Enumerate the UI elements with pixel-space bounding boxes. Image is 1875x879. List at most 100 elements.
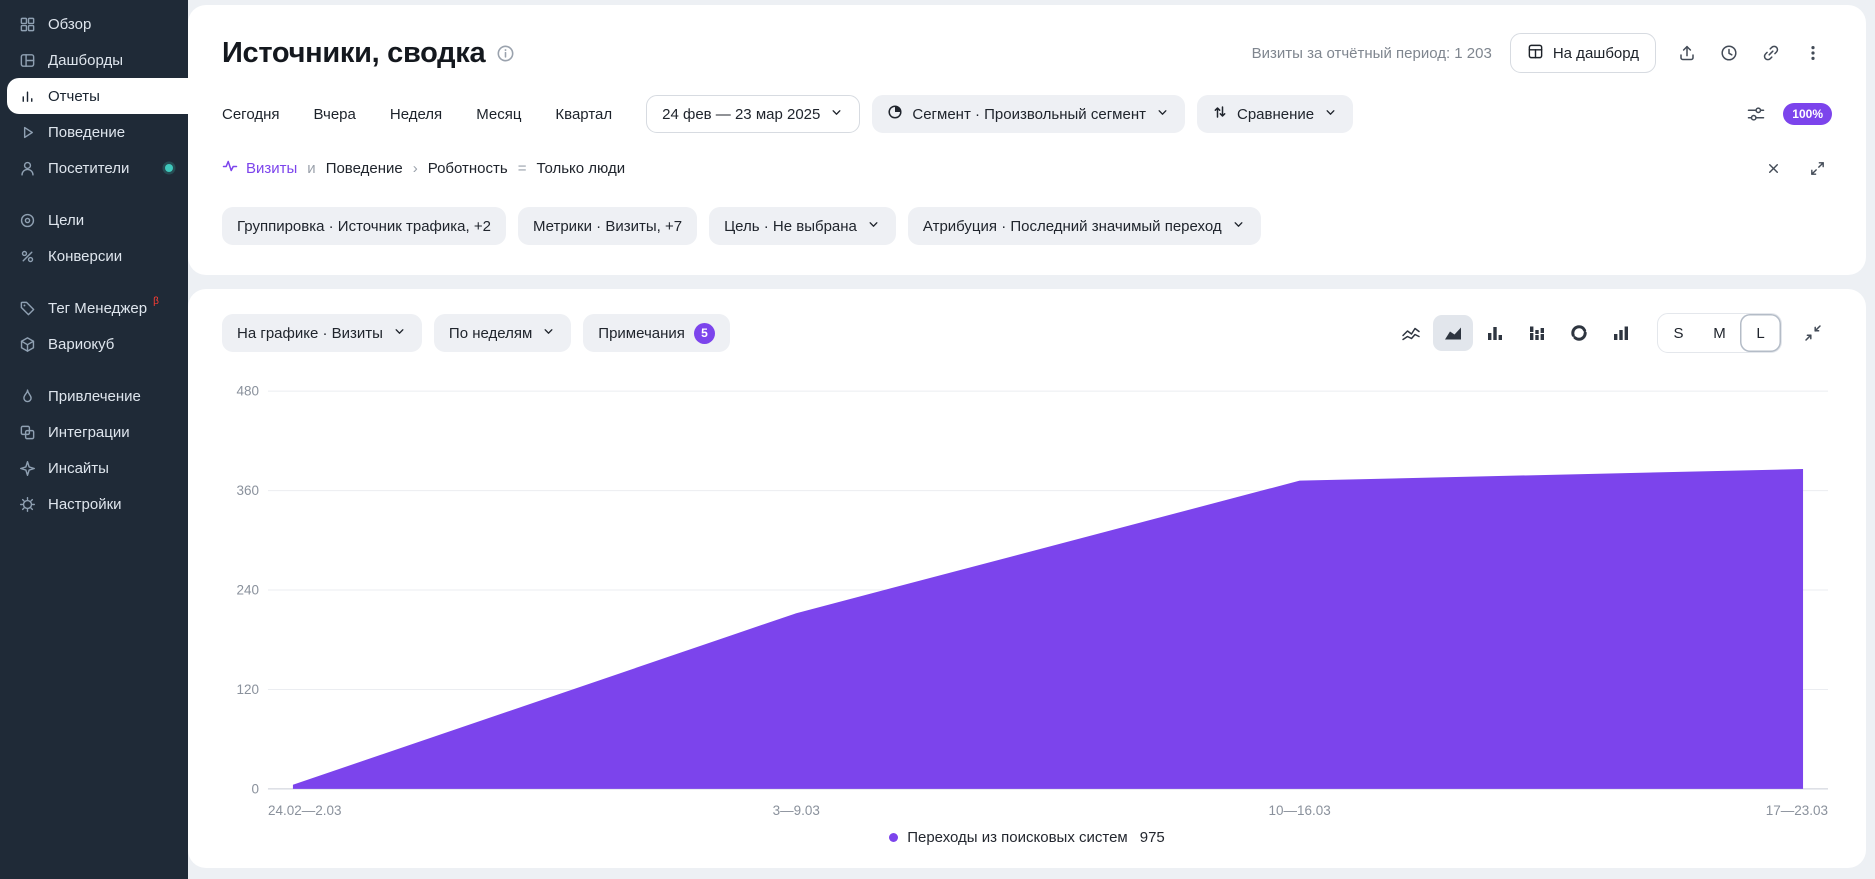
chart-size-small[interactable]: S [1658,314,1699,352]
date-range-picker[interactable]: 24 фев — 23 мар 2025 [646,95,860,133]
segment-field[interactable]: Роботность [428,160,508,177]
on-chart-label: На графике · Визиты [237,325,383,342]
chart-legend[interactable]: Переходы из поисковых систем 975 [222,829,1832,852]
visitors-notification-dot [165,164,173,172]
sidebar-item-label: Цели [48,212,84,229]
period-tab-today[interactable]: Сегодня [222,106,280,123]
line-chart-type-icon[interactable] [1391,315,1431,351]
time-grouping-label: По неделям [449,325,532,342]
area-chart-type-icon[interactable] [1433,315,1473,351]
goal-chip[interactable]: Цель · Не выбрана [709,207,896,245]
period-tab-yesterday[interactable]: Вчера [314,106,356,123]
chart-card: На графике · Визиты По неделям Примечани… [188,289,1866,868]
metrics-chip[interactable]: Метрики · Визиты, +7 [518,207,697,245]
attribution-chip-label: Атрибуция · Последний значимый переход [923,218,1222,235]
collapse-chart-icon[interactable] [1794,314,1832,352]
sidebar-item-label: Привлечение [48,388,141,405]
export-button[interactable] [1668,34,1706,72]
link-button[interactable] [1752,34,1790,72]
info-icon[interactable] [496,44,515,63]
attribution-chip[interactable]: Атрибуция · Последний значимый переход [908,207,1261,245]
report-header-card: Источники, сводка Визиты за отчётный пер… [188,5,1866,275]
sidebar-item-label: Настройки [48,496,122,513]
sidebar-item-label: Инсайты [48,460,109,477]
chevron-down-icon [541,324,556,343]
period-tab-month[interactable]: Месяц [476,106,521,123]
target-icon [19,212,36,229]
svg-text:0: 0 [251,781,258,796]
close-icon[interactable] [1758,153,1788,183]
sidebar-item-acquisition[interactable]: Привлечение [0,378,188,414]
sidebar-item-tag-manager[interactable]: Тег Менеджер β [0,290,188,326]
to-dashboard-button[interactable]: На дашборд [1510,33,1656,73]
stacked-column-chart-type-icon[interactable] [1517,315,1557,351]
chart-size-switcher: S M L [1657,313,1782,353]
chart-size-medium[interactable]: M [1699,314,1740,352]
chevron-down-icon [829,105,844,124]
sampling-badge[interactable]: 100% [1783,103,1832,125]
period-visits-summary: Визиты за отчётный период: 1 203 [1252,45,1492,62]
segment-metric-visits[interactable]: Визиты [222,158,297,178]
sidebar-item-integrations[interactable]: Интеграции [0,414,188,450]
sidebar-item-behavior[interactable]: Поведение [0,114,188,150]
svg-text:120: 120 [236,682,258,697]
pie-chart-type-icon[interactable] [1559,315,1599,351]
segment-group[interactable]: Поведение [326,160,403,177]
gear-icon [19,496,36,513]
notes-toggle[interactable]: Примечания 5 [583,314,730,352]
sidebar-item-reports[interactable]: Отчеты [7,78,188,114]
sidebar-item-visitors[interactable]: Посетители [0,150,188,186]
sidebar-item-settings[interactable]: Настройки [0,486,188,522]
main-content: Источники, сводка Визиты за отчётный пер… [188,0,1875,879]
sidebar-item-label: Тег Менеджер [48,300,147,317]
integrations-icon [19,424,36,441]
visits-area-chart[interactable]: 012024036048024.02—2.033—9.0310—16.0317—… [222,375,1832,827]
sidebar-item-conversions[interactable]: Конверсии [0,238,188,274]
sidebar-item-label: Дашборды [48,52,123,69]
grouping-chip-label: Группировка · Источник трафика, +2 [237,218,491,235]
grouping-chip[interactable]: Группировка · Источник трафика, +2 [222,207,506,245]
grid-icon [19,16,36,33]
page-title: Источники, сводка [222,37,485,70]
compare-selector[interactable]: Сравнение [1197,95,1353,133]
flame-icon [19,388,36,405]
pulse-icon [222,158,238,178]
sidebar-item-label: Отчеты [48,88,100,105]
goal-chip-label: Цель · Не выбрана [724,218,857,235]
sidebar-item-insights[interactable]: Инсайты [0,450,188,486]
segment-conjunction: и [307,160,315,177]
segment-value[interactable]: Только люди [536,160,625,177]
sidebar-item-overview[interactable]: Обзор [0,6,188,42]
column-chart-type-icon[interactable] [1475,315,1515,351]
sidebar-item-label: Интеграции [48,424,130,441]
sidebar-item-dashboards[interactable]: Дашборды [0,42,188,78]
metrics-chip-label: Метрики · Визиты, +7 [533,218,682,235]
sampling-settings-button[interactable] [1737,95,1775,133]
svg-text:3—9.03: 3—9.03 [773,803,820,818]
legend-series-label: Переходы из поисковых систем [907,829,1128,846]
more-menu-button[interactable] [1794,34,1832,72]
period-tab-quarter[interactable]: Квартал [555,106,612,123]
history-button[interactable] [1710,34,1748,72]
svg-text:24.02—2.03: 24.02—2.03 [268,803,341,818]
sidebar-item-goals[interactable]: Цели [0,202,188,238]
segment-operator: = [518,160,527,177]
beta-badge: β [153,296,159,307]
chart-size-large[interactable]: L [1740,314,1781,352]
segment-metric-label: Визиты [246,160,297,177]
on-chart-selector[interactable]: На графике · Визиты [222,314,422,352]
user-icon [19,160,36,177]
chart-type-switcher [1391,315,1641,351]
compare-arrows-icon [1212,104,1228,124]
sidebar-item-variocube[interactable]: Вариокуб [0,326,188,362]
svg-text:480: 480 [236,384,258,399]
segment-selector[interactable]: Сегмент · Произвольный сегмент [872,95,1185,133]
period-tab-week[interactable]: Неделя [390,106,442,123]
sidebar: Обзор Дашборды Отчеты Поведение Посетите… [0,0,188,879]
expand-icon[interactable] [1802,153,1832,183]
histogram-chart-type-icon[interactable] [1601,315,1641,351]
chevron-down-icon [866,217,881,236]
time-grouping-selector[interactable]: По неделям [434,314,571,352]
sidebar-item-label: Посетители [48,160,129,177]
sparkle-icon [19,460,36,477]
